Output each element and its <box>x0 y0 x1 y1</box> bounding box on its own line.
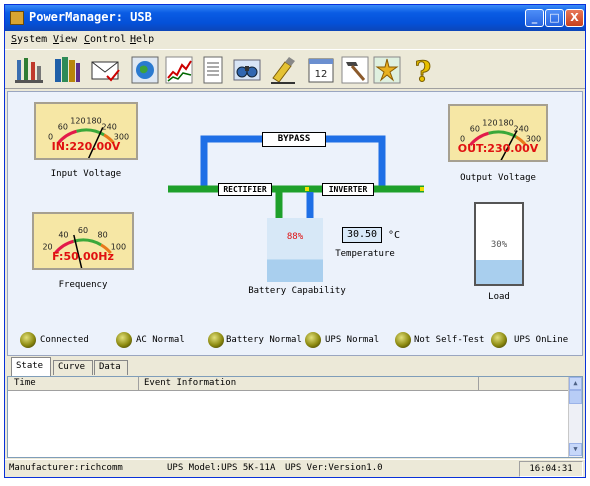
scroll-down-icon[interactable]: ▼ <box>569 443 582 456</box>
connected-led-icon <box>20 332 36 348</box>
temperature-value: 30.50 <box>342 227 382 243</box>
ups-normal-label: UPS Normal <box>325 335 380 345</box>
event-list-scrollbar[interactable]: ▲ ▼ <box>568 377 582 457</box>
bypass-label: BYPASS <box>262 132 326 147</box>
model-status: UPS Model:UPS 5K-11A <box>167 463 276 473</box>
tab-state[interactable]: State <box>11 357 51 376</box>
ups-normal-led-icon <box>305 332 321 348</box>
menu-view[interactable]: View <box>53 34 77 45</box>
svg-text:?: ? <box>415 55 431 86</box>
binoculars-icon[interactable] <box>231 54 263 86</box>
window-title: PowerManager: USB <box>29 10 152 24</box>
battery-label: Battery Capability <box>248 286 346 296</box>
tab-curve[interactable]: Curve <box>53 360 93 375</box>
menu-help[interactable]: Help <box>130 34 154 45</box>
battery-fill <box>267 259 323 282</box>
brush-icon[interactable] <box>267 54 299 86</box>
menu-control[interactable]: Control <box>84 34 126 45</box>
help-icon[interactable]: ? <box>407 54 439 89</box>
globe-icon[interactable] <box>129 54 161 86</box>
tab-data[interactable]: Data <box>94 360 128 375</box>
clock-status: 16:04:31 <box>519 461 583 477</box>
title-bar[interactable]: PowerManager: USB _ □ X <box>5 5 585 31</box>
event-list-header: Time Event Information <box>8 377 570 391</box>
maximize-button[interactable]: □ <box>545 9 564 27</box>
column-event-information[interactable]: Event Information <box>144 378 236 388</box>
junction-dot <box>305 187 309 191</box>
menu-system[interactable]: System <box>11 34 47 45</box>
ups-online-label: UPS OnLine <box>514 335 569 345</box>
ac-normal-label: AC Normal <box>136 335 185 345</box>
minimize-button[interactable]: _ <box>525 9 544 27</box>
status-bar: Manufacturer:richcomm UPS Model:UPS 5K-1… <box>5 459 585 477</box>
not-self-test-label: Not Self-Test <box>414 335 485 345</box>
battery-percent: 88% <box>286 232 304 242</box>
svg-text:12: 12 <box>315 69 328 80</box>
wizard-icon[interactable] <box>371 54 403 86</box>
not-self-test-led-icon <box>395 332 411 348</box>
toolbar: 12 ? <box>5 49 585 89</box>
version-status: UPS Ver:Version1.0 <box>285 463 383 473</box>
indicator-row: Connected AC Normal Battery Normal UPS N… <box>8 328 582 352</box>
column-separator[interactable] <box>138 377 139 391</box>
battery-normal-led-icon <box>208 332 224 348</box>
inverter-label: INVERTER <box>322 183 374 196</box>
settings-tools-icon[interactable] <box>13 54 45 86</box>
load-meter: 30% <box>474 202 524 286</box>
menu-bar: System View Control Help <box>5 31 585 49</box>
status-panel: 0 60 120 180 240 300 IN:220.00V Input Voltage… <box>7 91 583 356</box>
temperature-unit: °C <box>388 230 401 241</box>
rectifier-label: RECTIFIER <box>218 183 272 196</box>
chart-icon[interactable] <box>163 54 195 86</box>
connected-label: Connected <box>40 335 89 345</box>
scroll-up-icon[interactable]: ▲ <box>569 377 582 390</box>
envelope-check-icon[interactable] <box>89 54 121 86</box>
ups-online-led-icon <box>491 332 507 348</box>
scroll-thumb[interactable] <box>569 390 582 404</box>
ac-normal-led-icon <box>116 332 132 348</box>
main-window: PowerManager: USB _ □ X System View Cont… <box>4 4 586 478</box>
junction-dot <box>420 187 424 191</box>
load-fill <box>476 260 522 284</box>
calendar-icon[interactable]: 12 <box>305 54 337 86</box>
battery-normal-label: Battery Normal <box>226 335 302 345</box>
close-button[interactable]: X <box>565 9 584 27</box>
app-icon <box>10 11 24 25</box>
notepad-icon[interactable] <box>197 54 229 86</box>
event-list[interactable]: Time Event Information ▲ ▼ <box>7 376 583 458</box>
manufacturer-status: Manufacturer:richcomm <box>9 463 123 473</box>
temperature-label: Temperature <box>335 249 395 259</box>
load-percent: 30% <box>490 240 508 250</box>
column-separator[interactable] <box>478 377 479 391</box>
hammer-icon[interactable] <box>339 54 371 86</box>
column-time[interactable]: Time <box>14 378 36 388</box>
books-icon[interactable] <box>51 54 83 86</box>
load-label: Load <box>488 292 510 302</box>
